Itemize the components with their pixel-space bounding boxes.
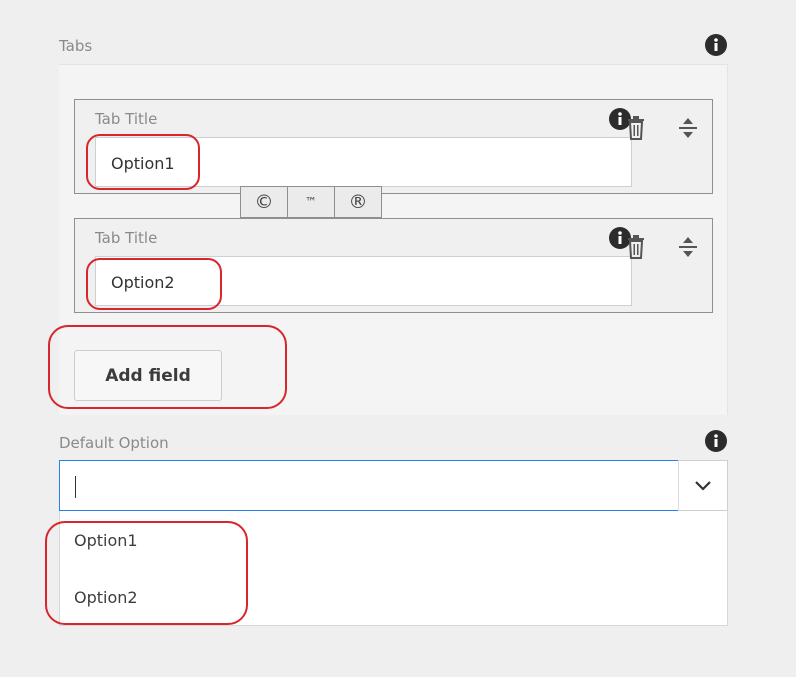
tabs-label: Tabs <box>59 37 93 55</box>
annotation-highlight-option2 <box>86 258 222 310</box>
copyright-symbol-button[interactable]: © <box>241 187 288 217</box>
info-icon[interactable] <box>705 34 727 56</box>
registered-symbol-button[interactable]: ® <box>335 187 381 217</box>
tab-title-label: Tab Title <box>95 110 158 128</box>
trademark-symbol-button[interactable]: ™ <box>288 187 335 217</box>
tab-title-label: Tab Title <box>95 229 158 247</box>
default-option-label: Default Option <box>59 434 169 452</box>
trash-icon[interactable] <box>626 116 646 140</box>
text-cursor <box>75 476 76 498</box>
default-option-dropdown-button[interactable] <box>678 460 728 511</box>
info-icon[interactable] <box>705 430 727 452</box>
default-option-input[interactable] <box>59 460 679 511</box>
annotation-highlight-option1 <box>86 134 200 190</box>
annotation-highlight-dropdown-options <box>45 521 248 625</box>
annotation-highlight-add-field <box>48 325 287 409</box>
chevron-down-icon <box>695 480 711 491</box>
trash-icon[interactable] <box>626 235 646 259</box>
special-characters-toolbar: © ™ ® <box>240 186 382 218</box>
drag-handle-icon[interactable] <box>678 235 698 259</box>
drag-handle-icon[interactable] <box>678 116 698 140</box>
